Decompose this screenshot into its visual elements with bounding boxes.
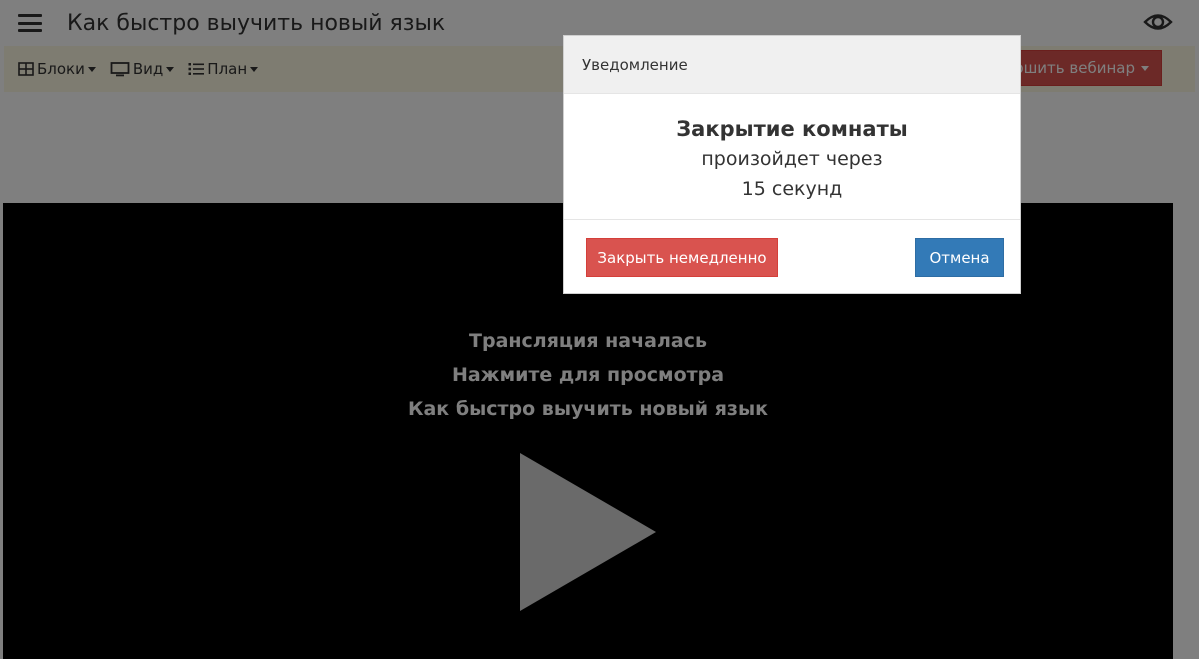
modal-header: Уведомление <box>564 36 1020 94</box>
close-now-button[interactable]: Закрыть немедленно <box>586 238 778 277</box>
modal-message-line: произойдет через <box>701 148 883 170</box>
modal-body: Закрытие комнаты произойдет через 15 сек… <box>564 94 1020 220</box>
notification-modal: Уведомление Закрытие комнаты произойдет … <box>563 35 1021 294</box>
modal-headline: Закрытие комнаты <box>676 117 908 141</box>
modal-countdown: 15 секунд <box>741 178 843 200</box>
modal-footer: Закрыть немедленно Отмена <box>564 220 1020 294</box>
modal-title: Уведомление <box>582 55 688 74</box>
cancel-button[interactable]: Отмена <box>915 238 1004 277</box>
